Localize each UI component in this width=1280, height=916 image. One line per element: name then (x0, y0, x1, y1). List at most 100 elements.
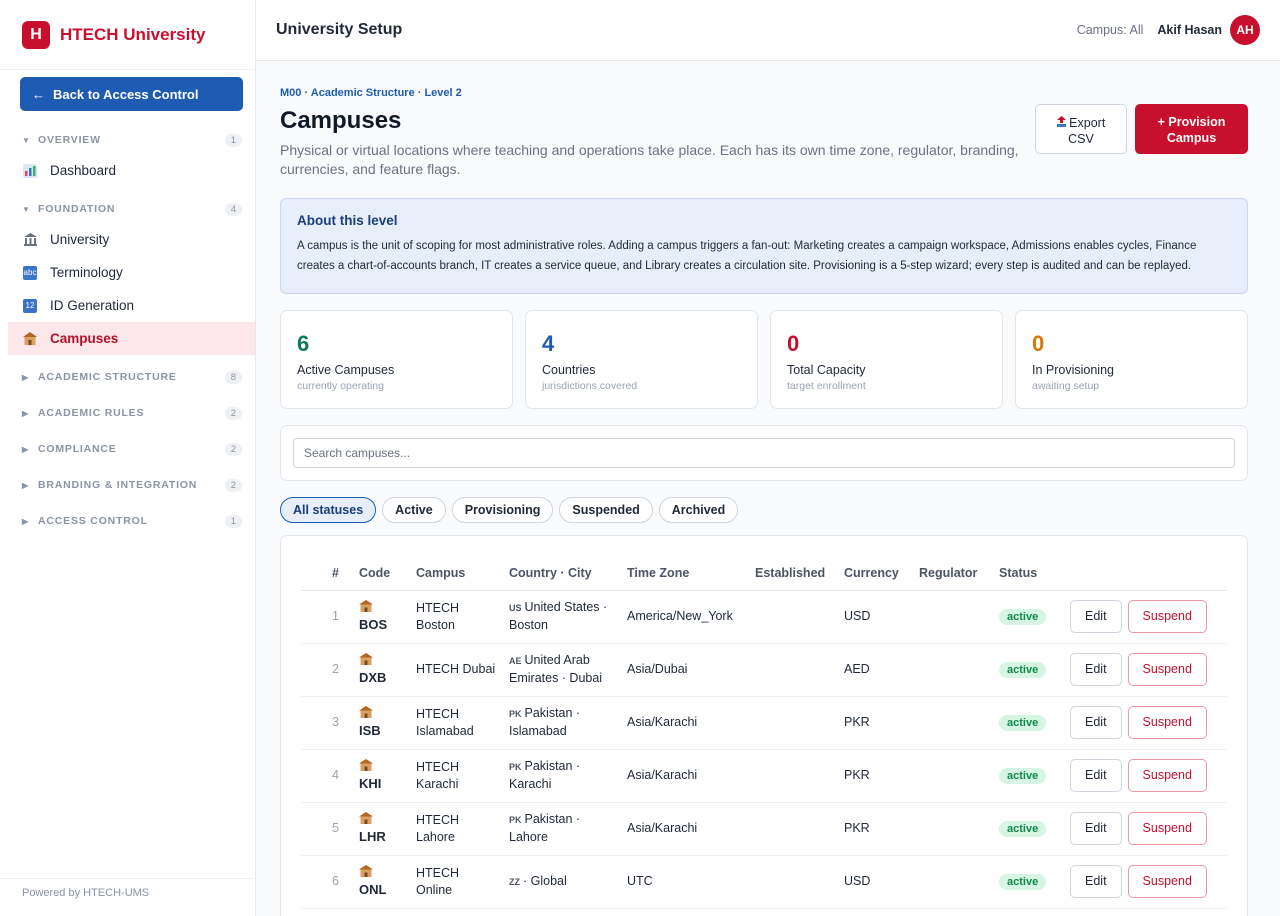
chevron-right-icon: ▶ (22, 480, 29, 490)
numbers-icon: 12 (23, 298, 37, 313)
filter-archived[interactable]: Archived (658, 497, 739, 523)
suspend-button[interactable]: Suspend (1127, 759, 1207, 792)
time-zone: America/New_York (621, 590, 749, 644)
brand-name: HTECH University (60, 24, 206, 44)
regulator (913, 802, 993, 856)
country-city-cell: PK Pakistan · Lahore (503, 802, 621, 856)
suspend-button[interactable]: Suspend (1127, 812, 1207, 845)
sidebar-item-id-generation[interactable]: 12 ID Generation (8, 289, 255, 322)
established (749, 643, 838, 697)
column-header (1064, 556, 1227, 591)
actions-cell: Edit Suspend (1064, 802, 1227, 856)
search-input[interactable] (293, 438, 1235, 468)
group-label: ACCESS CONTROL (38, 515, 148, 527)
regulator (913, 590, 993, 644)
table-row: 4 KHI HTECH Karachi PK Pakistan · Karachi Asi… (301, 749, 1227, 803)
export-csv-button[interactable]: Export CSV (1035, 104, 1127, 154)
filter-suspended[interactable]: Suspended (559, 497, 653, 523)
edit-button[interactable]: Edit (1070, 865, 1122, 898)
column-header: Country · City (503, 556, 621, 591)
status-cell: active (993, 590, 1064, 644)
campus-name: HTECH Karachi (410, 749, 503, 803)
campus-name: HTECH Lahore (410, 802, 503, 856)
edit-button[interactable]: Edit (1070, 706, 1122, 739)
sidebar-group-academic-structure[interactable]: ▶ ACADEMIC STRUCTURE 8 (22, 369, 242, 385)
provision-campus-button[interactable]: + Provision Campus (1135, 104, 1248, 154)
edit-button[interactable]: Edit (1070, 653, 1122, 686)
column-header: Regulator (913, 556, 993, 591)
about-panel: About this level A campus is the unit of… (280, 198, 1248, 294)
edit-button[interactable]: Edit (1070, 759, 1122, 792)
chevron-right-icon: ▶ (22, 444, 29, 454)
sidebar-item-dashboard[interactable]: Dashboard (8, 154, 255, 187)
school-icon (23, 332, 37, 346)
campus-code-cell: BOS (353, 590, 410, 644)
status-badge: active (999, 608, 1047, 625)
abc-icon: abc (23, 265, 37, 280)
stat-sub: target enrollment (787, 380, 866, 392)
currency: PKR (838, 749, 913, 803)
school-icon (359, 812, 404, 828)
time-zone: Asia/Karachi (621, 749, 749, 803)
campus-name: HTECH Online (410, 855, 503, 909)
country-city: United Arab Emirates · Dubai (509, 653, 603, 685)
suspend-button[interactable]: Suspend (1127, 706, 1207, 739)
sidebar-group-compliance[interactable]: ▶ COMPLIANCE 2 (22, 441, 242, 457)
provision-label-2: Campus (1166, 131, 1217, 145)
suspend-button[interactable]: Suspend (1127, 865, 1207, 898)
filter-active[interactable]: Active (382, 497, 446, 523)
sidebar-item-university[interactable]: University (8, 223, 255, 256)
group-label: ACADEMIC RULES (38, 407, 145, 419)
sidebar-item-terminology[interactable]: abc Terminology (8, 256, 255, 289)
suspend-button[interactable]: Suspend (1127, 653, 1207, 686)
country-city-cell: PK Pakistan · Islamabad (503, 696, 621, 750)
sidebar-group-overview[interactable]: ▼ OVERVIEW 1 (22, 132, 242, 148)
sidebar-group-foundation[interactable]: ▼ FOUNDATION 4 (22, 201, 242, 217)
user-name[interactable]: Akif Hasan (1157, 23, 1222, 37)
time-zone: UTC (621, 855, 749, 909)
established (749, 696, 838, 750)
currency: USD (838, 590, 913, 644)
edit-button[interactable]: Edit (1070, 812, 1122, 845)
country-city-cell: ZZ · Global (503, 855, 621, 909)
filter-provisioning[interactable]: Provisioning (451, 497, 554, 523)
status-cell: active (993, 749, 1064, 803)
status-cell: active (993, 802, 1064, 856)
suspend-button[interactable]: Suspend (1127, 600, 1207, 633)
table-row: 2 DXB HTECH Dubai AE United Arab Emirates · … (301, 643, 1227, 697)
stat-value: 4 (542, 331, 555, 356)
row-number: 1 (301, 590, 353, 644)
sidebar-group-academic-rules[interactable]: ▶ ACADEMIC RULES 2 (22, 405, 242, 421)
sidebar-group-access-control[interactable]: ▶ ACCESS CONTROL 1 (22, 513, 242, 529)
export-icon (1056, 116, 1066, 130)
sidebar-group-branding-integration[interactable]: ▶ BRANDING & INTEGRATION 2 (22, 477, 242, 493)
country-city: United States · Boston (509, 600, 608, 632)
actions-cell: Edit Suspend (1064, 590, 1227, 644)
page-title: Campuses (280, 107, 402, 134)
filter-all-statuses[interactable]: All statuses (280, 497, 377, 523)
campus-name: HTECH Dubai (410, 643, 503, 697)
sidebar-item-campuses[interactable]: Campuses (8, 322, 255, 355)
stat-card-active-campuses: 6 Active Campuses currently operating (280, 310, 513, 409)
breadcrumb: M00 · Academic Structure · Level 2 (280, 87, 462, 99)
actions-cell: Edit Suspend (1064, 855, 1227, 909)
established (749, 590, 838, 644)
school-icon (359, 706, 404, 722)
column-header: Status (993, 556, 1064, 591)
flag-icon: PK (509, 709, 522, 719)
export-label: Export (1069, 116, 1106, 130)
status-cell: active (993, 696, 1064, 750)
school-icon (359, 600, 404, 616)
country-city-cell: AE United Arab Emirates · Dubai (503, 643, 621, 697)
brand: H HTECH University (0, 0, 255, 70)
edit-button[interactable]: Edit (1070, 600, 1122, 633)
regulator (913, 749, 993, 803)
back-to-access-control-button[interactable]: ← Back to Access Control (20, 77, 243, 111)
campus-filter[interactable]: Campus: All (1077, 23, 1144, 37)
group-label: FOUNDATION (38, 203, 116, 215)
column-header: # (301, 556, 353, 591)
currency: AED (838, 643, 913, 697)
campus-code: ISB (359, 723, 381, 738)
status-badge: active (999, 820, 1047, 837)
avatar[interactable]: AH (1230, 15, 1260, 45)
